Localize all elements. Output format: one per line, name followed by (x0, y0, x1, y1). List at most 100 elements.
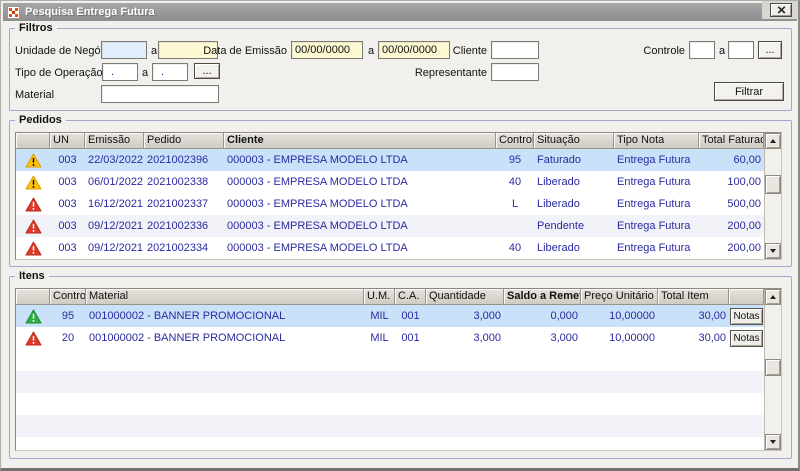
col-icon[interactable] (16, 289, 50, 305)
range-separator: a (142, 67, 149, 79)
warning-yellow-icon (16, 175, 50, 190)
range-separator: a (368, 45, 375, 57)
warning-red-icon (16, 241, 50, 256)
tipo-operacao-to-input[interactable] (152, 63, 188, 81)
arrow-up-icon (770, 139, 776, 143)
itens-row[interactable]: 95 001000002 - BANNER PROMOCIONAL MIL 00… (16, 305, 764, 327)
data-emissao-from-input[interactable] (291, 41, 363, 59)
cell-cliente: 000003 - EMPRESA MODELO LTDA (227, 198, 408, 210)
pedidos-group-label: Pedidos (15, 114, 66, 126)
col-icon[interactable] (16, 133, 50, 149)
col-saldo-a-remeter[interactable]: Saldo a Remeter (504, 289, 581, 305)
cell-situacao: Faturado (537, 154, 582, 166)
pedidos-scrollbar[interactable] (764, 133, 781, 259)
cell-tipo-nota: Entrega Futura (617, 198, 691, 210)
col-quantidade[interactable]: Quantidade (426, 289, 504, 305)
controle-to-input[interactable] (728, 41, 754, 59)
col-um[interactable]: U.M. (364, 289, 395, 305)
warning-red-icon (16, 219, 50, 234)
cell-un: 003 (58, 242, 77, 254)
cell-controle: 95 (61, 310, 75, 322)
col-total-item[interactable]: Total Item (658, 289, 729, 305)
itens-row[interactable]: 20 001000002 - BANNER PROMOCIONAL MIL 00… (16, 327, 764, 349)
empty-row (16, 415, 764, 437)
scroll-up-button[interactable] (765, 133, 781, 149)
scrollbar-track[interactable] (765, 305, 781, 434)
cell-pedido: 2021002336 (147, 220, 209, 232)
cell-material: 001000002 - BANNER PROMOCIONAL (89, 332, 286, 344)
tipo-operacao-label: Tipo de Operação (15, 67, 103, 79)
cell-um: MIL (370, 332, 389, 344)
col-tipo-nota[interactable]: Tipo Nota (614, 133, 699, 149)
scroll-down-button[interactable] (765, 434, 781, 450)
empty-row (16, 393, 764, 415)
cell-ca: 001 (401, 332, 420, 344)
warning-red-icon (16, 331, 50, 346)
pedidos-row[interactable]: 003 09/12/2021 2021002336 000003 - EMPRE… (16, 215, 764, 237)
scroll-down-button[interactable] (765, 243, 781, 259)
empty-row (16, 371, 764, 393)
col-preco-unitario[interactable]: Preço Unitário (581, 289, 658, 305)
itens-group-label: Itens (15, 270, 49, 282)
cell-emissao: 09/12/2021 (88, 220, 144, 232)
tipo-operacao-lookup-button[interactable]: ... (194, 63, 220, 79)
cell-um: MIL (370, 310, 389, 322)
cell-situacao: Liberado (537, 242, 580, 254)
cell-total-item: 30,00 (698, 332, 726, 344)
scrollbar-track[interactable] (765, 149, 781, 243)
col-material[interactable]: Material (86, 289, 364, 305)
data-emissao-label: Data de Emissão (203, 45, 287, 57)
cell-emissao: 06/01/2022 (88, 176, 144, 188)
cell-quantidade: 3,000 (473, 332, 501, 344)
cliente-input[interactable] (491, 41, 539, 59)
itens-header-row: Controle Material U.M. C.A. Quantidade S… (16, 289, 764, 305)
col-actions[interactable] (729, 289, 764, 305)
cell-total-faturado: 60,00 (733, 154, 761, 166)
pedidos-row[interactable]: 003 06/01/2022 2021002338 000003 - EMPRE… (16, 171, 764, 193)
cell-quantidade: 3,000 (473, 310, 501, 322)
representante-input[interactable] (491, 63, 539, 81)
pedidos-row[interactable]: 003 22/03/2022 2021002396 000003 - EMPRE… (16, 149, 764, 171)
controle-lookup-button[interactable]: ... (758, 41, 782, 59)
cell-situacao: Pendente (537, 220, 585, 232)
unidade-negocio-from-input[interactable] (101, 41, 147, 59)
close-button[interactable] (770, 3, 792, 17)
material-label: Material (15, 89, 55, 101)
cell-controle: 95 (508, 154, 522, 166)
col-ca[interactable]: C.A. (395, 289, 426, 305)
representante-label: Representante (414, 67, 487, 79)
itens-table: Controle Material U.M. C.A. Quantidade S… (15, 288, 782, 451)
col-controle[interactable]: Controle (496, 133, 534, 149)
cell-controle: 40 (508, 176, 522, 188)
pedidos-row[interactable]: 003 16/12/2021 2021002337 000003 - EMPRE… (16, 193, 764, 215)
controle-from-input[interactable] (689, 41, 715, 59)
col-emissao[interactable]: Emissão (85, 133, 144, 149)
notas-button[interactable]: Notas (730, 329, 763, 347)
pedidos-row[interactable]: 003 09/12/2021 2021002334 000003 - EMPRE… (16, 237, 764, 259)
cell-un: 003 (58, 154, 77, 166)
app-icon (7, 5, 20, 19)
cell-tipo-nota: Entrega Futura (617, 154, 691, 166)
itens-scrollbar[interactable] (764, 289, 781, 450)
col-un[interactable]: UN (50, 133, 85, 149)
scrollbar-thumb[interactable] (765, 175, 781, 194)
scrollbar-thumb[interactable] (765, 359, 781, 376)
cell-emissao: 22/03/2022 (88, 154, 144, 166)
col-pedido[interactable]: Pedido (144, 133, 224, 149)
col-cliente[interactable]: Cliente (224, 133, 496, 149)
col-situacao[interactable]: Situação (534, 133, 614, 149)
col-controle[interactable]: Controle (50, 289, 86, 305)
scroll-up-button[interactable] (765, 289, 781, 305)
tipo-operacao-from-input[interactable] (102, 63, 138, 81)
cell-pedido: 2021002334 (147, 242, 209, 254)
filtrar-button[interactable]: Filtrar (714, 82, 784, 101)
cell-situacao: Liberado (537, 198, 580, 210)
col-total-faturado[interactable]: Total Faturado (699, 133, 764, 149)
cell-pedido: 2021002337 (147, 198, 209, 210)
cell-emissao: 16/12/2021 (88, 198, 144, 210)
cell-total-faturado: 500,00 (727, 198, 761, 210)
cell-cliente: 000003 - EMPRESA MODELO LTDA (227, 176, 408, 188)
cell-total-faturado: 200,00 (727, 242, 761, 254)
notas-button[interactable]: Notas (730, 307, 763, 325)
material-input[interactable] (101, 85, 219, 103)
